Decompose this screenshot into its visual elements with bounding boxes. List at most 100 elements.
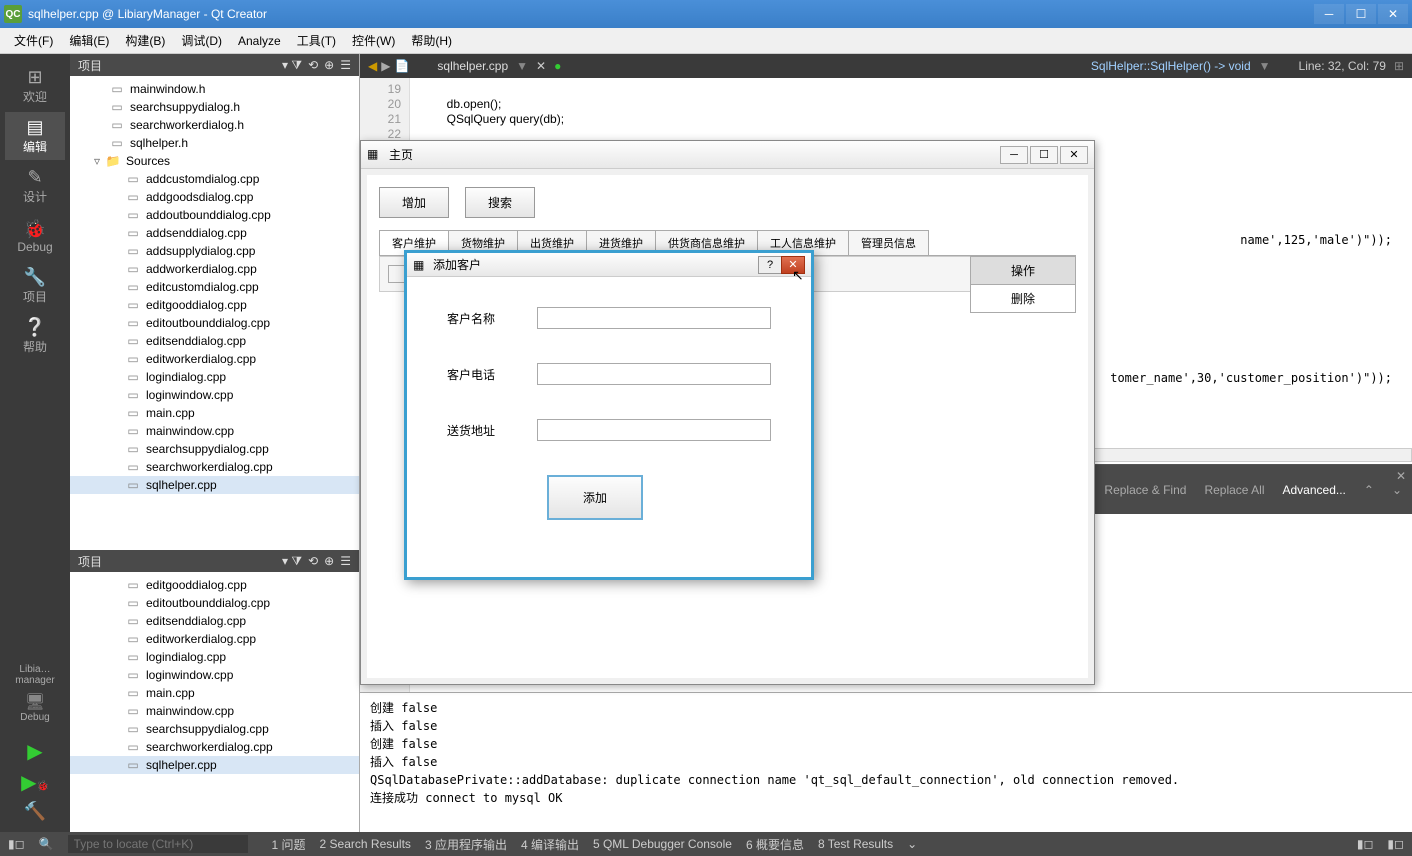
search-button[interactable]: 搜索: [465, 187, 535, 218]
nav-fwd-icon[interactable]: ▶: [381, 59, 390, 73]
add-icon[interactable]: ⊕: [324, 554, 334, 569]
locator-input[interactable]: [68, 835, 248, 853]
nav-lock-icon[interactable]: 📄: [394, 59, 409, 73]
tree-node[interactable]: ▭addcustomdialog.cpp: [70, 170, 359, 188]
filter-icon[interactable]: ▾ ⧩: [282, 58, 302, 73]
tree-node[interactable]: ▭addsupplydialog.cpp: [70, 242, 359, 260]
status-compile-output[interactable]: 4 编译输出: [521, 836, 579, 853]
tree-node[interactable]: ▭editoutbounddialog.cpp: [70, 594, 359, 612]
status-app-output[interactable]: 3 应用程序输出: [425, 836, 507, 853]
sidebar-toggle-icon[interactable]: ▮◻: [8, 837, 25, 851]
filter-icon[interactable]: ▾ ⧩: [282, 554, 302, 569]
tree-node[interactable]: ▭addoutbounddialog.cpp: [70, 206, 359, 224]
tree-node[interactable]: ▭mainwindow.cpp: [70, 422, 359, 440]
menu-file[interactable]: 文件(F): [6, 29, 61, 52]
mode-help[interactable]: ❔帮助: [5, 312, 65, 360]
find-close-icon[interactable]: ✕: [1396, 469, 1406, 483]
tree-folder-sources[interactable]: ▿ 📁 Sources: [70, 152, 359, 170]
dialog-close-button[interactable]: ✕↖: [781, 256, 805, 274]
mode-design[interactable]: ✎设计: [5, 162, 65, 210]
run-target-label[interactable]: Libia…manager: [0, 664, 70, 686]
mode-edit[interactable]: ▤编辑: [5, 112, 65, 160]
editor-filename[interactable]: sqlhelper.cpp: [437, 59, 508, 73]
tree-node[interactable]: ▭mainwindow.h: [70, 80, 359, 98]
nav-back-icon[interactable]: ◀: [368, 59, 377, 73]
tree-node[interactable]: ▭logindialog.cpp: [70, 648, 359, 666]
status-qml-console[interactable]: 5 QML Debugger Console: [593, 837, 732, 851]
tree-node[interactable]: ▭searchsuppydialog.cpp: [70, 720, 359, 738]
tree-node[interactable]: ▭sqlhelper.cpp: [70, 756, 359, 774]
project-tree-2[interactable]: ▭editgooddialog.cpp▭editoutbounddialog.c…: [70, 572, 359, 832]
maximize-button[interactable]: ☐: [1346, 4, 1376, 24]
menu-edit[interactable]: 编辑(E): [61, 29, 117, 52]
link-icon[interactable]: ⟲: [308, 554, 318, 569]
editor-split-icon[interactable]: ⊞: [1394, 59, 1404, 73]
tree-node[interactable]: ▭logindialog.cpp: [70, 368, 359, 386]
tree-node[interactable]: ▭mainwindow.cpp: [70, 702, 359, 720]
tree-node[interactable]: ▭loginwindow.cpp: [70, 666, 359, 684]
run-button[interactable]: ▶: [27, 739, 42, 764]
menu-analyze[interactable]: Analyze: [230, 31, 289, 51]
tree-node[interactable]: ▭sqlhelper.h: [70, 134, 359, 152]
tree-node[interactable]: ▭editworkerdialog.cpp: [70, 350, 359, 368]
menu-help[interactable]: 帮助(H): [403, 29, 460, 52]
chevron-up-icon[interactable]: ⌃: [1364, 483, 1374, 497]
tree-node[interactable]: ▭editworkerdialog.cpp: [70, 630, 359, 648]
mode-debug[interactable]: 🐞Debug: [5, 212, 65, 260]
tree-node[interactable]: ▭editcustomdialog.cpp: [70, 278, 359, 296]
dropdown-icon[interactable]: ▼: [1259, 59, 1271, 73]
customer-name-input[interactable]: [537, 307, 771, 329]
project-tree-1[interactable]: ▭mainwindow.h▭searchsuppydialog.h▭search…: [70, 76, 359, 550]
menu-tools[interactable]: 工具(T): [289, 29, 344, 52]
dropdown-icon[interactable]: ▼: [516, 59, 528, 73]
minimize-button[interactable]: ─: [1314, 4, 1344, 24]
customer-phone-input[interactable]: [537, 363, 771, 385]
mode-welcome[interactable]: ⊞欢迎: [5, 62, 65, 110]
status-test-results[interactable]: 8 Test Results: [818, 837, 893, 851]
menu-debug[interactable]: 调试(D): [173, 29, 230, 52]
tree-node[interactable]: ▭editgooddialog.cpp: [70, 576, 359, 594]
tree-node[interactable]: ▭addsenddialog.cpp: [70, 224, 359, 242]
replace-find[interactable]: Replace & Find: [1104, 483, 1186, 497]
dialog-submit-button[interactable]: 添加: [547, 475, 643, 520]
menu-widgets[interactable]: 控件(W): [344, 29, 403, 52]
close-button[interactable]: ✕: [1378, 4, 1408, 24]
add-button[interactable]: 增加: [379, 187, 449, 218]
tree-node[interactable]: ▭editgooddialog.cpp: [70, 296, 359, 314]
chevron-icon[interactable]: ⌄: [907, 837, 917, 851]
tree-node[interactable]: ▭main.cpp: [70, 404, 359, 422]
delivery-address-input[interactable]: [537, 419, 771, 441]
debug-run-button[interactable]: ▶🐞: [21, 770, 49, 795]
link-icon[interactable]: ⟲: [308, 58, 318, 73]
op-delete[interactable]: 删除: [970, 284, 1076, 313]
mode-projects[interactable]: 🔧项目: [5, 262, 65, 310]
replace-all[interactable]: Replace All: [1204, 483, 1264, 497]
split-icon[interactable]: ☰: [340, 58, 351, 73]
tree-node[interactable]: ▭searchworkerdialog.cpp: [70, 738, 359, 756]
app-minimize-button[interactable]: ─: [1000, 146, 1028, 164]
tree-node[interactable]: ▭editsenddialog.cpp: [70, 612, 359, 630]
progress-icon[interactable]: ▮◻: [1357, 837, 1374, 851]
tree-node[interactable]: ▭searchworkerdialog.h: [70, 116, 359, 134]
dialog-help-button[interactable]: ?: [758, 256, 782, 274]
build-button[interactable]: 🔨: [24, 801, 46, 822]
tree-node[interactable]: ▭addgoodsdialog.cpp: [70, 188, 359, 206]
panel-toggle-icon[interactable]: ▮◻: [1387, 837, 1404, 851]
tree-node[interactable]: ▭loginwindow.cpp: [70, 386, 359, 404]
editor-function[interactable]: SqlHelper::SqlHelper() -> void: [1091, 59, 1251, 73]
output-panel[interactable]: 创建 false 插入 false 创建 false 插入 false QSql…: [360, 692, 1412, 832]
find-advanced[interactable]: Advanced...: [1283, 483, 1346, 497]
add-icon[interactable]: ⊕: [324, 58, 334, 73]
status-issues[interactable]: 1 问题: [272, 836, 306, 853]
editor-close-icon[interactable]: ✕: [536, 59, 546, 73]
tree-node[interactable]: ▭main.cpp: [70, 684, 359, 702]
status-search-results[interactable]: 2 Search Results: [320, 837, 411, 851]
tree-node[interactable]: ▭editsenddialog.cpp: [70, 332, 359, 350]
split-icon[interactable]: ☰: [340, 554, 351, 569]
status-general[interactable]: 6 概要信息: [746, 836, 804, 853]
app-maximize-button[interactable]: ☐: [1030, 146, 1058, 164]
menu-build[interactable]: 构建(B): [117, 29, 173, 52]
tab-manager[interactable]: 管理员信息: [848, 230, 929, 255]
app-close-button[interactable]: ✕: [1060, 146, 1088, 164]
tree-node[interactable]: ▭editoutbounddialog.cpp: [70, 314, 359, 332]
